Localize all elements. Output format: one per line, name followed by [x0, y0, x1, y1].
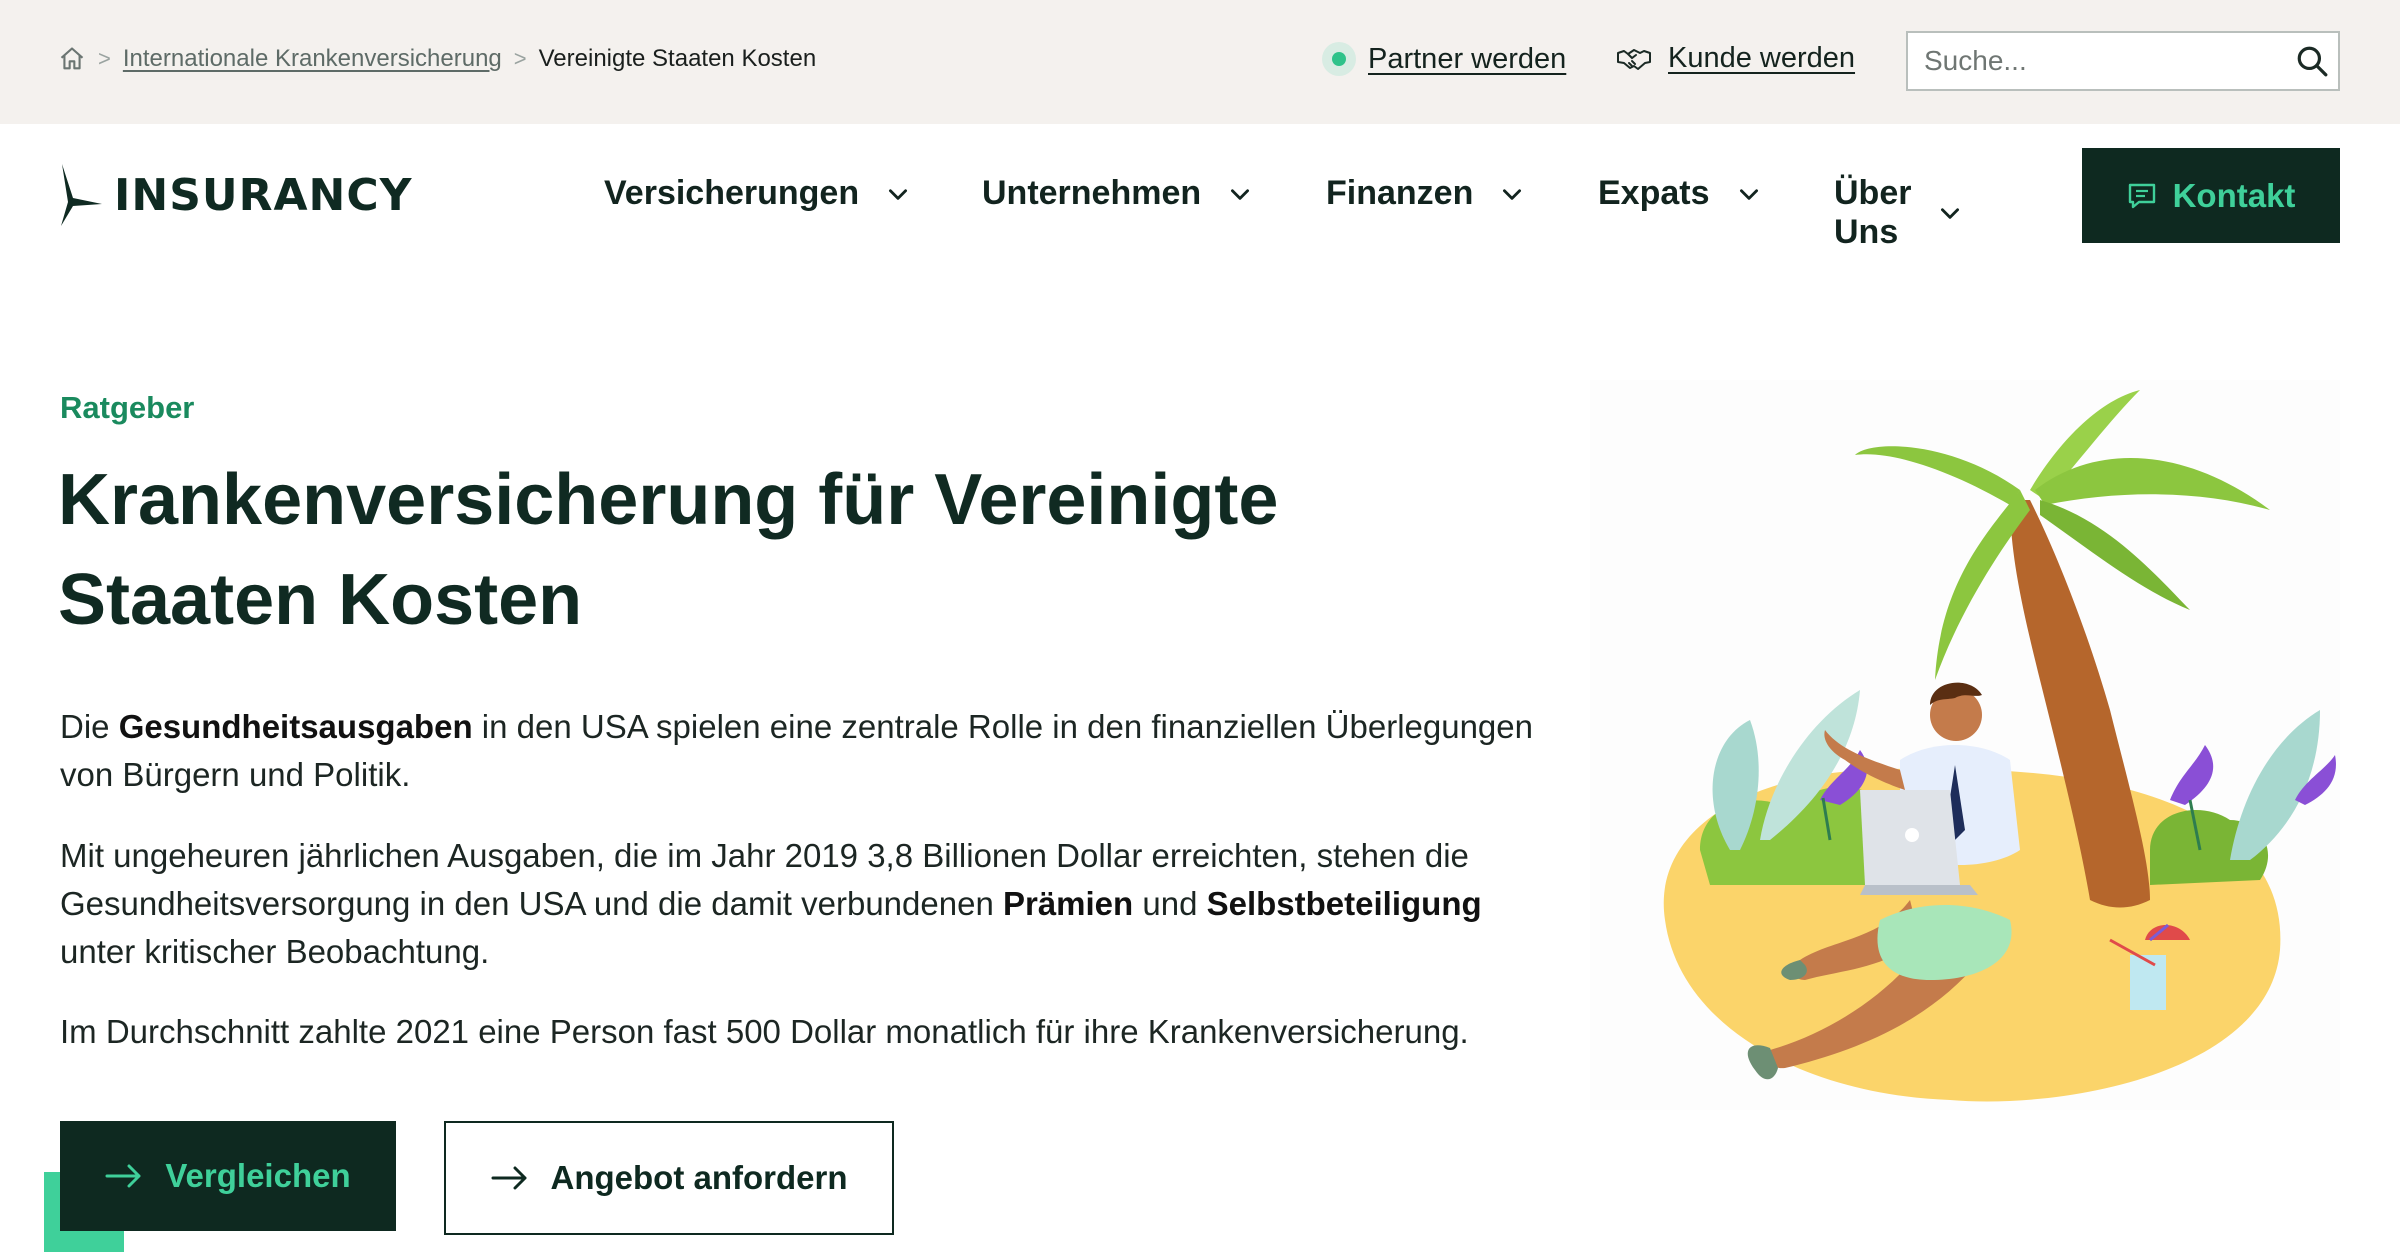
page-title: Krankenversicherung für Vereinigte Staat…	[58, 460, 1279, 640]
arrow-right-icon	[491, 1164, 529, 1192]
breadcrumb-link-international[interactable]: Internationale Krankenversicherung	[123, 45, 502, 73]
hero-illustration	[1590, 380, 2340, 1110]
nav-item-label: Versicherungen	[604, 174, 860, 212]
contact-button[interactable]: Kontakt	[2082, 148, 2340, 243]
partner-link-label: Partner werden	[1368, 42, 1567, 75]
chevron-down-icon	[1937, 200, 1963, 226]
nav-item-label: Unternehmen	[982, 174, 1202, 212]
breadcrumb-separator: >	[98, 46, 111, 71]
contact-button-label: Kontakt	[2172, 176, 2296, 214]
nav-item-unternehmen[interactable]: Unternehmen	[982, 174, 1253, 213]
search-box	[1906, 31, 2340, 91]
intro-paragraph-3: Im Durchschnitt zahlte 2021 eine Person …	[60, 1013, 1469, 1050]
message-icon	[2127, 181, 2157, 211]
bird-logo-icon	[58, 162, 104, 228]
chevron-down-icon	[1227, 181, 1253, 207]
green-dot-icon	[1322, 42, 1356, 76]
chevron-down-icon	[1736, 181, 1762, 207]
breadcrumb-current: Vereinigte Staaten Kosten	[538, 45, 817, 72]
breadcrumb: > Internationale Krankenversicherung > V…	[58, 45, 816, 73]
eyebrow-label: Ratgeber	[60, 390, 195, 425]
text-segment: und	[1133, 885, 1207, 922]
nav-item-ueber-uns[interactable]: Über Uns	[1834, 174, 1963, 252]
nav-item-versicherungen[interactable]: Versicherungen	[604, 174, 911, 213]
text-bold: Prämien	[1002, 885, 1134, 922]
text-bold: Gesundheitsausgaben	[118, 708, 473, 745]
text-segment: Die	[60, 708, 119, 745]
arrow-right-icon	[105, 1162, 143, 1190]
text-bold: Selbstbeteiligung	[1206, 885, 1482, 922]
compare-button[interactable]: Vergleichen	[60, 1121, 396, 1231]
nav-item-finanzen[interactable]: Finanzen	[1326, 174, 1525, 213]
brand-name: INSURANCY	[114, 169, 413, 221]
nav-item-expats[interactable]: Expats	[1598, 174, 1762, 213]
chevron-down-icon	[885, 181, 911, 207]
chevron-down-icon	[1499, 181, 1525, 207]
intro-paragraph-2: Mit ungeheuren jährlichen Ausgaben, die …	[60, 832, 1540, 976]
request-quote-button-label: Angebot anfordern	[550, 1159, 848, 1196]
nav-item-label: Expats	[1598, 174, 1710, 212]
partner-link[interactable]: Partner werden	[1322, 42, 1566, 76]
nav-item-label: Über Uns	[1834, 174, 1912, 251]
search-input[interactable]	[1908, 33, 2285, 89]
compare-button-label: Vergleichen	[165, 1157, 351, 1194]
nav-item-label: Finanzen	[1326, 174, 1474, 212]
breadcrumb-separator: >	[513, 46, 527, 71]
customer-link-label: Kunde werden	[1668, 42, 1856, 74]
utility-bar: > Internationale Krankenversicherung > V…	[0, 0, 2400, 124]
intro-paragraph-1: Die Gesundheitsausgaben in den USA spiel…	[60, 703, 1540, 799]
request-quote-button[interactable]: Angebot anfordern	[444, 1121, 894, 1235]
customer-link[interactable]: Kunde werden	[1616, 42, 1855, 75]
text-segment: unter kritischer Beobachtung.	[60, 933, 490, 970]
search-icon[interactable]	[2285, 33, 2338, 89]
handshake-icon	[1616, 44, 1652, 74]
brand-logo[interactable]: INSURANCY	[58, 162, 413, 228]
home-icon[interactable]	[58, 45, 86, 73]
